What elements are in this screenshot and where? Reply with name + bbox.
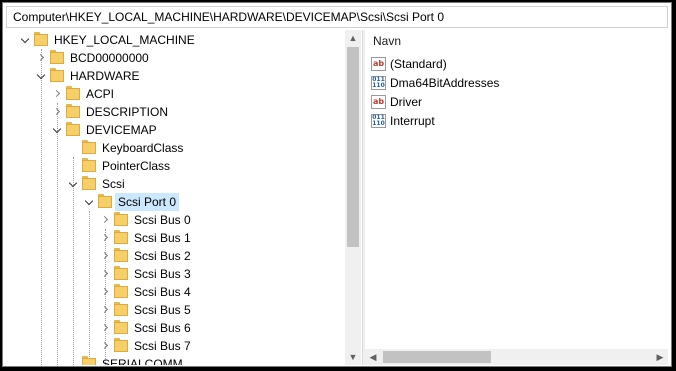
- column-header-name[interactable]: Navn: [365, 30, 668, 52]
- tree-item[interactable]: DESCRIPTION: [6, 103, 344, 121]
- folder-icon: [66, 86, 80, 101]
- chevron-right-icon[interactable]: [100, 337, 109, 355]
- values-horizontal-scrollbar[interactable]: ◀ ▶: [365, 349, 668, 365]
- scroll-right-icon[interactable]: ▶: [652, 349, 668, 365]
- tree-item[interactable]: Scsi Port 0: [6, 193, 344, 211]
- tree-item[interactable]: Scsi Bus 4: [6, 283, 344, 301]
- folder-icon: [114, 284, 128, 299]
- tree-item[interactable]: ACPI: [6, 85, 344, 103]
- folder-icon: [50, 68, 64, 83]
- folder-icon: [82, 176, 96, 191]
- chevron-right-icon[interactable]: [36, 49, 45, 67]
- tree-item[interactable]: DEVICEMAP: [6, 121, 344, 139]
- values-pane: Navn ab (Standard) 011 110 Dma64BitAddresses…: [365, 30, 668, 365]
- scrollbar-thumb[interactable]: [383, 351, 491, 363]
- chevron-down-icon[interactable]: [84, 193, 93, 211]
- tree-item[interactable]: Scsi Bus 1: [6, 229, 344, 247]
- chevron-right-icon[interactable]: [52, 103, 61, 121]
- tree-item[interactable]: KeyboardClass: [6, 139, 344, 157]
- tree-item-label: Scsi Bus 0: [134, 213, 191, 227]
- binary-value-icon: 011 110: [371, 76, 386, 90]
- scroll-left-icon[interactable]: ◀: [365, 349, 381, 365]
- string-value-icon: ab: [371, 57, 386, 71]
- folder-icon: [114, 212, 128, 227]
- binary-value-icon: 011 110: [371, 114, 386, 128]
- value-row[interactable]: ab Driver: [371, 93, 661, 112]
- tree-item[interactable]: Scsi Bus 6: [6, 319, 344, 337]
- tree-item[interactable]: BCD00000000: [6, 49, 344, 67]
- chevron-right-icon[interactable]: [100, 229, 109, 247]
- folder-icon: [66, 122, 80, 137]
- key-tree-pane: HKEY_LOCAL_MACHINE BCD00000000 HARDWARE ACP…: [6, 30, 361, 365]
- address-bar[interactable]: Computer\HKEY_LOCAL_MACHINE\HARDWARE\DEV…: [6, 6, 668, 28]
- folder-icon: [66, 104, 80, 119]
- tree-item-label: HKEY_LOCAL_MACHINE: [54, 33, 195, 47]
- chevron-down-icon[interactable]: [52, 121, 61, 139]
- tree-item-label: SERIALCOMM: [102, 357, 183, 365]
- tree-item-label: DEVICEMAP: [86, 123, 157, 137]
- chevron-right-icon[interactable]: [100, 283, 109, 301]
- tree-item[interactable]: SERIALCOMM: [6, 355, 344, 365]
- tree-item[interactable]: PointerClass: [6, 157, 344, 175]
- chevron-down-icon[interactable]: [68, 175, 77, 193]
- tree-item-label: Scsi Bus 7: [134, 339, 191, 353]
- tree-item-label: Scsi Bus 5: [134, 303, 191, 317]
- folder-icon: [114, 248, 128, 263]
- folder-icon: [82, 356, 96, 365]
- tree-item-label: Scsi Bus 3: [134, 267, 191, 281]
- chevron-right-icon[interactable]: [100, 265, 109, 283]
- folder-icon: [82, 140, 96, 155]
- scrollbar-thumb[interactable]: [347, 47, 359, 247]
- tree-item[interactable]: HARDWARE: [6, 67, 344, 85]
- chevron-right-icon[interactable]: [52, 85, 61, 103]
- tree-rows: HKEY_LOCAL_MACHINE BCD00000000 HARDWARE ACP…: [6, 30, 344, 365]
- scroll-down-icon[interactable]: ▼: [345, 349, 361, 365]
- chevron-right-icon[interactable]: [100, 211, 109, 229]
- value-row[interactable]: ab (Standard): [371, 55, 661, 74]
- chevron-down-icon[interactable]: [20, 31, 29, 49]
- folder-icon: [114, 320, 128, 335]
- tree-item-label: Scsi: [102, 177, 125, 191]
- folder-icon: [50, 50, 64, 65]
- value-row[interactable]: 011 110 Dma64BitAddresses: [371, 74, 661, 93]
- folder-icon: [114, 338, 128, 353]
- tree-item-label-selected: Scsi Port 0: [115, 193, 180, 211]
- value-name: Interrupt: [390, 114, 435, 128]
- registry-editor-window: Computer\HKEY_LOCAL_MACHINE\HARDWARE\DEV…: [2, 2, 672, 367]
- folder-icon: [98, 194, 112, 209]
- tree-item-label: Scsi Bus 4: [134, 285, 191, 299]
- folder-icon: [82, 158, 96, 173]
- string-value-icon: ab: [371, 95, 386, 109]
- value-row[interactable]: 011 110 Interrupt: [371, 112, 661, 131]
- tree-item[interactable]: HKEY_LOCAL_MACHINE: [6, 31, 344, 49]
- folder-icon: [114, 230, 128, 245]
- tree-item-label: Scsi Bus 1: [134, 231, 191, 245]
- tree-vertical-scrollbar[interactable]: ▲ ▼: [345, 30, 361, 365]
- chevron-right-icon[interactable]: [100, 247, 109, 265]
- folder-icon: [114, 266, 128, 281]
- value-name: Dma64BitAddresses: [390, 76, 500, 90]
- tree-item[interactable]: Scsi Bus 0: [6, 211, 344, 229]
- tree-item-label: BCD00000000: [70, 51, 149, 65]
- tree-item[interactable]: Scsi Bus 5: [6, 301, 344, 319]
- tree-item-label: KeyboardClass: [102, 141, 184, 155]
- folder-icon: [114, 302, 128, 317]
- tree-item-label: HARDWARE: [70, 69, 140, 83]
- tree-item-label: Scsi Bus 6: [134, 321, 191, 335]
- folder-icon: [34, 32, 48, 47]
- chevron-right-icon[interactable]: [100, 301, 109, 319]
- value-name: (Standard): [390, 57, 447, 71]
- tree-item[interactable]: Scsi Bus 7: [6, 337, 344, 355]
- tree-item-label: DESCRIPTION: [86, 105, 169, 119]
- chevron-right-icon[interactable]: [100, 319, 109, 337]
- scroll-up-icon[interactable]: ▲: [345, 30, 361, 46]
- tree-item[interactable]: Scsi Bus 2: [6, 247, 344, 265]
- tree-item-label: Scsi Bus 2: [134, 249, 191, 263]
- tree-item[interactable]: Scsi Bus 3: [6, 265, 344, 283]
- tree-item-label: ACPI: [86, 87, 115, 101]
- value-name: Driver: [390, 95, 422, 109]
- chevron-down-icon[interactable]: [36, 67, 45, 85]
- tree-item[interactable]: Scsi: [6, 175, 344, 193]
- tree-item-label: PointerClass: [102, 159, 171, 173]
